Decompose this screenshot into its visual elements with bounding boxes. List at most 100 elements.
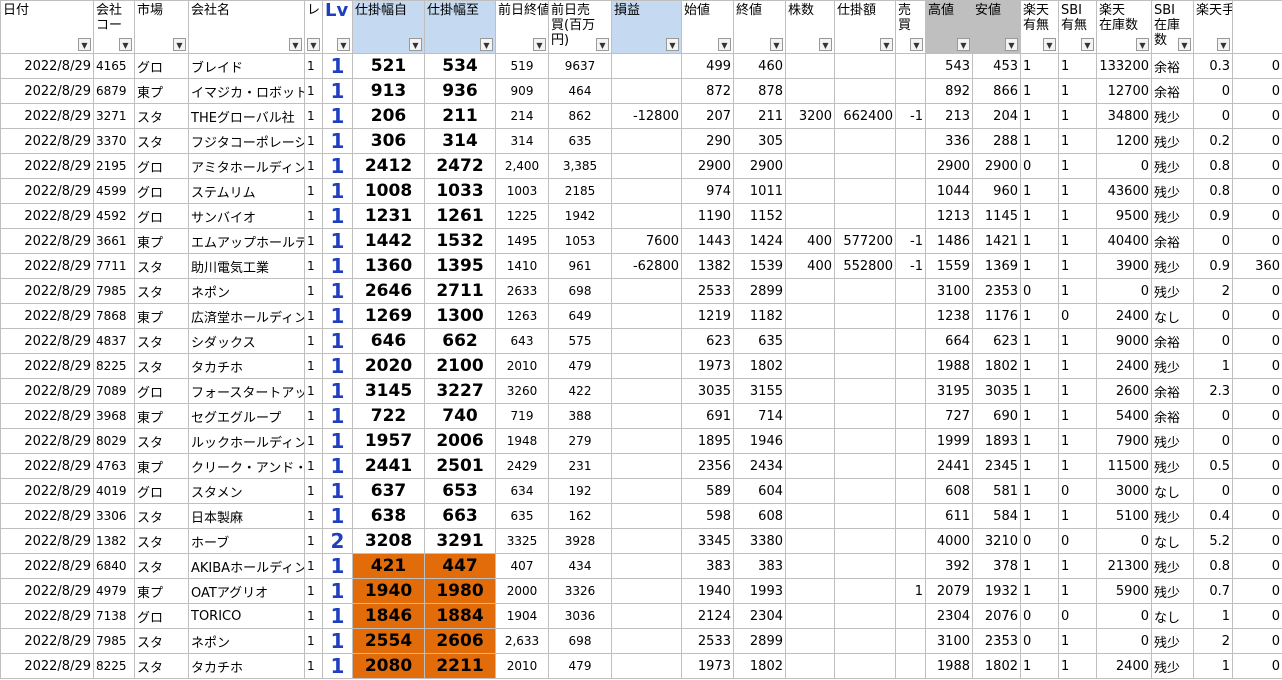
cell-sbi-has[interactable]: 1 xyxy=(1058,578,1097,604)
cell-range-from[interactable]: 1231 xyxy=(352,203,425,229)
cell-sbi-stock[interactable]: 残少 xyxy=(1151,153,1194,179)
cell-sbi-stock[interactable]: なし xyxy=(1151,528,1194,554)
cell-re[interactable]: 1 xyxy=(304,153,323,179)
cell-shares[interactable] xyxy=(785,453,835,479)
cell-range-from[interactable]: 1008 xyxy=(352,178,425,204)
cell-buy-sell[interactable] xyxy=(895,278,926,304)
cell-company[interactable]: 助川電気工業 xyxy=(188,253,305,279)
cell-company[interactable]: TORICO xyxy=(188,603,305,629)
cell-rakuten-fee[interactable]: 5.2 xyxy=(1193,528,1233,554)
cell-date[interactable]: 2022/8/29 xyxy=(0,203,94,229)
cell-date[interactable]: 2022/8/29 xyxy=(0,528,94,554)
cell-rakuten-has[interactable]: 1 xyxy=(1020,303,1059,329)
cell-re[interactable]: 1 xyxy=(304,103,323,129)
cell-market[interactable]: スタ xyxy=(134,353,189,379)
cell-prev-close[interactable]: 643 xyxy=(495,328,549,354)
cell-code[interactable]: 3306 xyxy=(93,503,135,529)
cell-shares[interactable] xyxy=(785,303,835,329)
cell-prev-close[interactable]: 1225 xyxy=(495,203,549,229)
cell-pnl[interactable]: -12800 xyxy=(611,103,682,129)
cell-low[interactable]: 584 xyxy=(972,503,1021,529)
cell-company[interactable]: タカチホ xyxy=(188,353,305,379)
cell-low[interactable]: 1802 xyxy=(972,653,1021,679)
cell-rakuten-has[interactable]: 0 xyxy=(1020,528,1059,554)
cell-market[interactable]: 東プ xyxy=(134,578,189,604)
cell-open[interactable]: 1940 xyxy=(681,578,734,604)
cell-re[interactable]: 1 xyxy=(304,428,323,454)
cell-range-from[interactable]: 2646 xyxy=(352,278,425,304)
cell-sbi-has[interactable]: 1 xyxy=(1058,253,1097,279)
cell-range-to[interactable]: 211 xyxy=(424,103,496,129)
cell-open[interactable]: 2356 xyxy=(681,453,734,479)
cell-code[interactable]: 3370 xyxy=(93,128,135,154)
cell-market[interactable]: スタ xyxy=(134,528,189,554)
cell-shares[interactable] xyxy=(785,328,835,354)
cell-position-amount[interactable] xyxy=(834,378,896,404)
cell-pnl[interactable] xyxy=(611,403,682,429)
cell-prev-volume[interactable]: 464 xyxy=(548,78,612,104)
cell-buy-sell[interactable] xyxy=(895,628,926,654)
cell-open[interactable]: 290 xyxy=(681,128,734,154)
cell-rakuten-has[interactable]: 1 xyxy=(1020,653,1059,679)
cell-pnl[interactable] xyxy=(611,203,682,229)
cell-prev-close[interactable]: 719 xyxy=(495,403,549,429)
cell-code[interactable]: 7868 xyxy=(93,303,135,329)
cell-lv[interactable]: 1 xyxy=(322,553,353,579)
filter-dropdown-icon[interactable]: ▼ xyxy=(1005,38,1018,51)
cell-lv[interactable]: 1 xyxy=(322,453,353,479)
filter-dropdown-icon[interactable]: ▼ xyxy=(173,38,186,51)
cell-extra[interactable]: 360 xyxy=(1232,253,1282,279)
cell-buy-sell[interactable] xyxy=(895,503,926,529)
cell-high[interactable]: 543 xyxy=(925,53,973,79)
cell-low[interactable]: 3210 xyxy=(972,528,1021,554)
cell-position-amount[interactable] xyxy=(834,578,896,604)
cell-lv[interactable]: 1 xyxy=(322,603,353,629)
cell-rakuten-has[interactable]: 0 xyxy=(1020,278,1059,304)
cell-sbi-stock[interactable]: 余裕 xyxy=(1151,53,1194,79)
cell-low[interactable]: 453 xyxy=(972,53,1021,79)
cell-prev-volume[interactable]: 649 xyxy=(548,303,612,329)
cell-open[interactable]: 589 xyxy=(681,478,734,504)
cell-sbi-has[interactable]: 1 xyxy=(1058,653,1097,679)
cell-rakuten-stock[interactable]: 5900 xyxy=(1096,578,1152,604)
cell-prev-close[interactable]: 2010 xyxy=(495,353,549,379)
cell-extra[interactable]: 0 xyxy=(1232,78,1282,104)
cell-company[interactable]: シダックス xyxy=(188,328,305,354)
cell-position-amount[interactable] xyxy=(834,428,896,454)
cell-position-amount[interactable] xyxy=(834,178,896,204)
cell-pnl[interactable] xyxy=(611,78,682,104)
cell-lv[interactable]: 1 xyxy=(322,278,353,304)
cell-range-from[interactable]: 646 xyxy=(352,328,425,354)
cell-shares[interactable] xyxy=(785,178,835,204)
cell-buy-sell[interactable] xyxy=(895,178,926,204)
cell-rakuten-stock[interactable]: 5100 xyxy=(1096,503,1152,529)
cell-prev-close[interactable]: 1904 xyxy=(495,603,549,629)
cell-rakuten-has[interactable]: 1 xyxy=(1020,403,1059,429)
cell-close[interactable]: 460 xyxy=(733,53,786,79)
cell-close[interactable]: 1946 xyxy=(733,428,786,454)
cell-extra[interactable]: 0 xyxy=(1232,553,1282,579)
cell-range-from[interactable]: 2080 xyxy=(352,653,425,679)
cell-sbi-has[interactable]: 0 xyxy=(1058,528,1097,554)
cell-shares[interactable] xyxy=(785,628,835,654)
cell-rakuten-fee[interactable]: 0 xyxy=(1193,103,1233,129)
cell-low[interactable]: 866 xyxy=(972,78,1021,104)
cell-re[interactable]: 1 xyxy=(304,353,323,379)
cell-pnl[interactable] xyxy=(611,353,682,379)
cell-open[interactable]: 2533 xyxy=(681,628,734,654)
cell-sbi-has[interactable]: 1 xyxy=(1058,53,1097,79)
cell-buy-sell[interactable] xyxy=(895,303,926,329)
cell-shares[interactable] xyxy=(785,403,835,429)
cell-range-to[interactable]: 2006 xyxy=(424,428,496,454)
cell-prev-close[interactable]: 2000 xyxy=(495,578,549,604)
cell-re[interactable]: 1 xyxy=(304,278,323,304)
cell-rakuten-has[interactable]: 1 xyxy=(1020,478,1059,504)
header-date[interactable]: 日付 ▼ xyxy=(0,0,94,54)
cell-shares[interactable]: 3200 xyxy=(785,103,835,129)
cell-shares[interactable] xyxy=(785,153,835,179)
cell-open[interactable]: 1443 xyxy=(681,228,734,254)
cell-re[interactable]: 1 xyxy=(304,528,323,554)
cell-range-to[interactable]: 662 xyxy=(424,328,496,354)
cell-low[interactable]: 2353 xyxy=(972,278,1021,304)
cell-sbi-stock[interactable]: 残少 xyxy=(1151,203,1194,229)
